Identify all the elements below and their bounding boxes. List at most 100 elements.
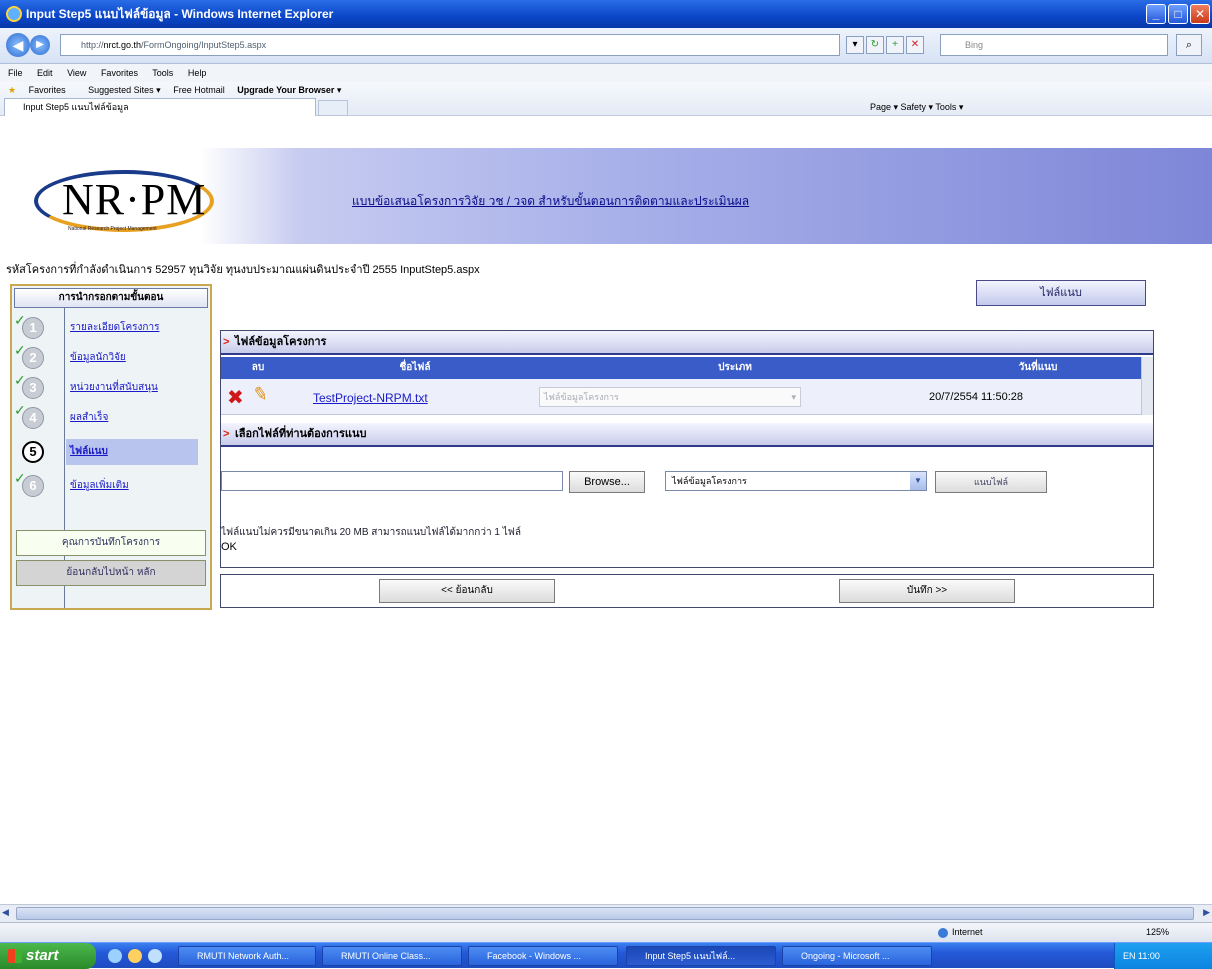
favorites-button[interactable]: ★ Favorites [8, 85, 76, 95]
save-project-button[interactable]: คุณการบันทึกโครงการ [16, 530, 206, 556]
attach-file-button[interactable]: แนบไฟล์ [935, 471, 1047, 493]
taskbar-item-active[interactable]: Input Step5 แนบไฟล์... [626, 946, 776, 966]
suggested-sites-link[interactable]: Suggested Sites ▾ [88, 85, 161, 95]
menu-view[interactable]: View [67, 68, 86, 78]
back-nav-button[interactable]: ◀ [6, 33, 30, 57]
maximize-button[interactable]: □ [1168, 4, 1188, 24]
taskbar-item[interactable]: Ongoing - Microsoft ... [782, 946, 932, 966]
chevron-down-icon[interactable]: ▼ [910, 472, 926, 490]
file-type-value: ไฟล์ข้อมูลโครงการ [672, 476, 747, 486]
menu-file[interactable]: File [8, 68, 23, 78]
address-bar: ◀ ▶ http://nrct.go.th/FormOngoing/InputS… [0, 28, 1212, 64]
step-label[interactable]: หน่วยงานที่สนับสนุน [70, 380, 158, 395]
col-filename: ชื่อไฟล์ [399, 362, 431, 373]
upgrade-browser-link[interactable]: Upgrade Your Browser ▾ [237, 85, 341, 95]
sidebar-step-5[interactable]: 5 ไฟล์แนบ [12, 436, 210, 466]
attachments-button[interactable]: ไฟล์แนบ [976, 280, 1146, 306]
step-label[interactable]: รายละเอียดโครงการ [70, 320, 159, 335]
size-note: ไฟล์แนบไม่ควรมีขนาดเกิน 20 MB สามารถแนบไ… [221, 527, 521, 538]
table-row: ✖ ✎ TestProject-NRPM.txt ไฟล์ข้อมูลโครงก… [221, 379, 1141, 415]
arrow-icon: > [223, 336, 230, 348]
sidebar-step-6[interactable]: ✓ 6 ข้อมูลเพิ่มเติม [12, 470, 210, 500]
back-to-main-button[interactable]: ย้อนกลับไปหน้า หลัก [16, 560, 206, 586]
taskbar-item[interactable]: RMUTI Online Class... [322, 946, 462, 966]
sidebar-step-4[interactable]: ✓ 4 ผลสำเร็จ [12, 402, 210, 432]
browser-tab-active[interactable]: Input Step5 แนบไฟล์ข้อมูล [4, 98, 316, 116]
close-button[interactable]: ✕ [1190, 4, 1210, 24]
menu-favorites[interactable]: Favorites [101, 68, 138, 78]
taskbar-item[interactable]: Facebook - Windows ... [468, 946, 618, 966]
col-delete: ลบ [251, 362, 265, 373]
search-input[interactable]: Bing [940, 34, 1168, 56]
section-title: เลือกไฟล์ที่ท่านต้องการแนบ [235, 428, 367, 440]
page-content: NR·PM National Research Project Manageme… [0, 148, 1212, 904]
taskbar: start RMUTI Network Auth... RMUTI Online… [0, 942, 1212, 969]
status-bar: Internet 125% [0, 922, 1212, 942]
menu-help[interactable]: Help [188, 68, 207, 78]
file-link[interactable]: TestProject-NRPM.txt [313, 391, 428, 405]
step-label[interactable]: ข้อมูลนักวิจัย [70, 350, 126, 365]
navigation-panel: << ย้อนกลับ บันทึก >> [220, 574, 1154, 608]
step-number: 3 [22, 377, 44, 399]
command-bar[interactable]: Page ▾ Safety ▾ Tools ▾ [870, 98, 963, 116]
nrpm-logo: NR·PM National Research Project Manageme… [34, 168, 214, 238]
feed-icon[interactable]: + [886, 36, 904, 54]
project-info: รหัสโครงการที่กำลังดำเนินการ 52957 ทุนวิ… [6, 264, 480, 276]
url-host: nrct.go.th [103, 40, 142, 50]
url-prefix: http:// [81, 40, 104, 50]
start-button[interactable]: start [0, 943, 96, 969]
ie-quicklaunch-icon[interactable] [108, 949, 122, 963]
section-select-file: > เลือกไฟล์ที่ท่านต้องการแนบ [221, 423, 1153, 447]
free-hotmail-link[interactable]: Free Hotmail [173, 85, 225, 95]
arrow-icon: > [223, 428, 230, 440]
browse-button[interactable]: Browse... [569, 471, 645, 493]
file-type-select[interactable]: ไฟล์ข้อมูลโครงการ ▼ [665, 471, 927, 491]
favorites-bar: ★ Favorites Suggested Sites ▾ Free Hotma… [0, 82, 1212, 116]
menu-tools[interactable]: Tools [152, 68, 173, 78]
compat-icon[interactable]: ▾ [846, 36, 864, 54]
save-next-button[interactable]: บันทึก >> [839, 579, 1015, 603]
zoom-level[interactable]: 125% [1146, 927, 1169, 937]
attachment-panel: > ไฟล์ข้อมูลโครงการ ลบ ชื่อไฟล์ ประเภท ว… [220, 330, 1154, 568]
menu-edit[interactable]: Edit [37, 68, 53, 78]
sidebar-step-3[interactable]: ✓ 3 หน่วยงานที่สนับสนุน [12, 372, 210, 402]
window-titlebar: Input Step5 แนบไฟล์ข้อมูล - Windows Inte… [0, 0, 1212, 28]
menu-bar: File Edit View Favorites Tools Help [0, 64, 1212, 82]
step-number: 5 [22, 441, 44, 463]
delete-icon[interactable]: ✖ [227, 385, 244, 410]
step-label[interactable]: ข้อมูลเพิ่มเติม [70, 478, 129, 493]
sidebar-step-2[interactable]: ✓ 2 ข้อมูลนักวิจัย [12, 342, 210, 372]
horizontal-scrollbar[interactable]: ◀ ▶ [0, 904, 1212, 922]
quicklaunch-icon[interactable] [128, 949, 142, 963]
step-label[interactable]: ผลสำเร็จ [70, 410, 108, 425]
edit-pencil-icon[interactable]: ✎ [251, 383, 269, 406]
sidebar-step-1[interactable]: ✓ 1 รายละเอียดโครงการ [12, 312, 210, 342]
url-input[interactable]: http://nrct.go.th/FormOngoing/InputStep5… [60, 34, 840, 56]
logo-text: NR·PM [62, 175, 207, 224]
system-tray: EN 11:00 [1114, 943, 1212, 969]
refresh-icon[interactable]: ↻ [866, 36, 884, 54]
attach-date: 20/7/2554 11:50:28 [929, 391, 1023, 403]
step-label[interactable]: ไฟล์แนบ [66, 439, 198, 465]
forward-nav-button[interactable]: ▶ [30, 35, 50, 55]
step-number: 1 [22, 317, 44, 339]
search-icon[interactable]: ⌕ [1176, 34, 1202, 56]
banner-title[interactable]: แบบข้อเสนอโครงการวิจัย วช / วจด สำหรับขั… [352, 192, 749, 211]
minimize-button[interactable]: _ [1146, 4, 1166, 24]
quicklaunch-icon[interactable] [148, 949, 162, 963]
file-path-input[interactable] [221, 471, 563, 491]
step-number: 6 [22, 475, 44, 497]
back-button[interactable]: << ย้อนกลับ [379, 579, 555, 603]
table-scrollbar[interactable] [1141, 357, 1153, 415]
taskbar-item[interactable]: RMUTI Network Auth... [178, 946, 316, 966]
new-tab-button[interactable] [318, 100, 348, 116]
col-type: ประเภท [718, 362, 752, 373]
logo-subtext: National Research Project Management [68, 226, 157, 232]
window-title: Input Step5 แนบไฟล์ข้อมูล - Windows Inte… [26, 7, 334, 21]
favorites-label: Favorites [28, 85, 66, 95]
scroll-thumb[interactable] [16, 907, 1194, 920]
scroll-right-icon[interactable]: ▶ [1203, 907, 1210, 918]
step-number: 2 [22, 347, 44, 369]
stop-icon[interactable]: ✕ [906, 36, 924, 54]
scroll-left-icon[interactable]: ◀ [2, 907, 9, 918]
